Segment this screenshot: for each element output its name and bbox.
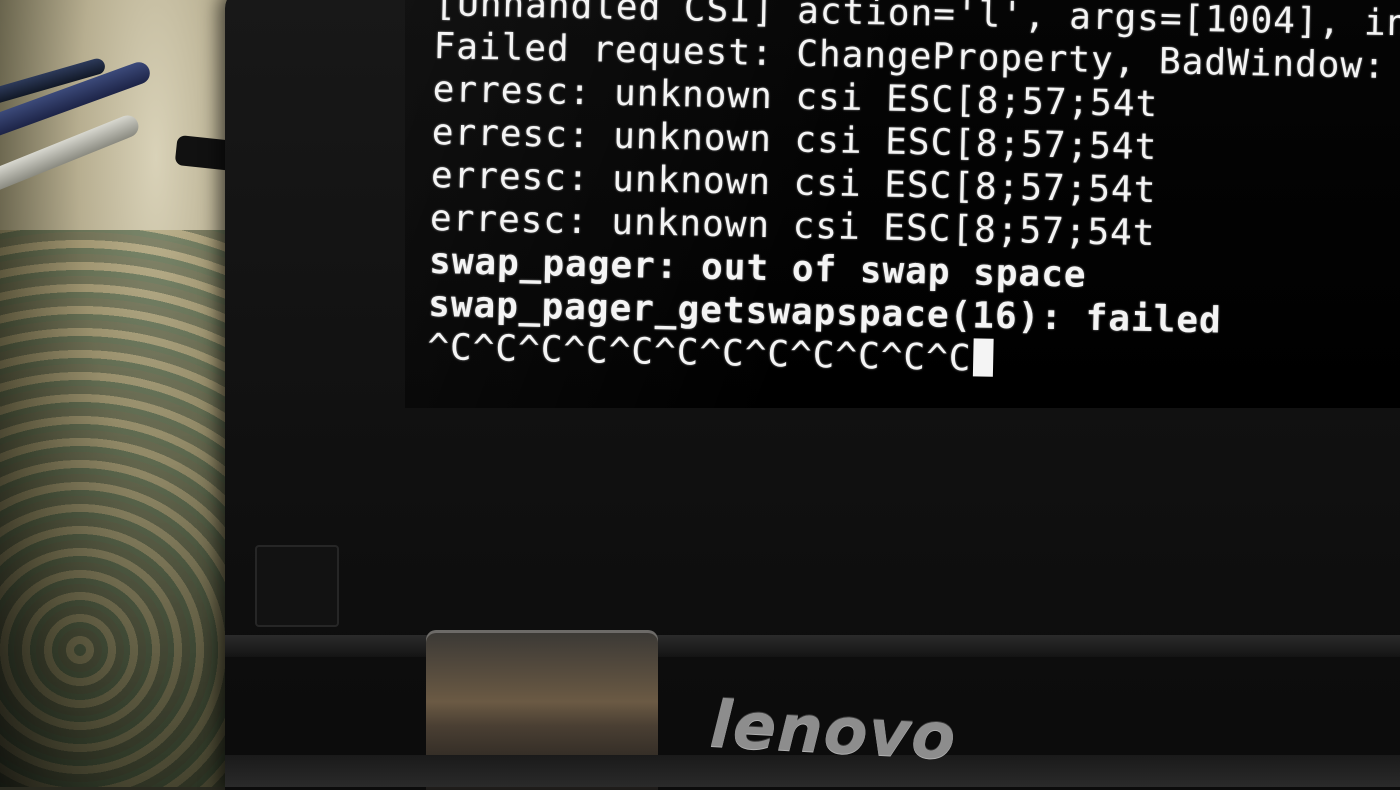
tablecloth-pattern bbox=[0, 230, 260, 787]
bezel-sensor bbox=[255, 545, 339, 627]
hinge-strip bbox=[225, 635, 1400, 657]
text-cursor bbox=[973, 338, 994, 377]
laptop-screen: [Unhandled CSI] action='l', args=[1004],… bbox=[405, 0, 1400, 408]
terminal-output: [Unhandled CSI] action='l', args=[1004],… bbox=[427, 0, 1400, 390]
brand-logo: lenovo bbox=[708, 688, 959, 775]
terminal-input-text: ^C^C^C^C^C^C^C^C^C^C^C^C bbox=[426, 326, 972, 380]
